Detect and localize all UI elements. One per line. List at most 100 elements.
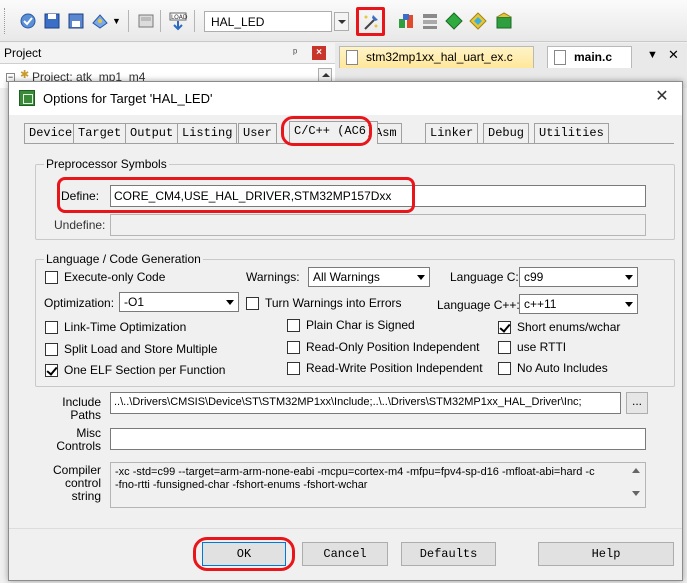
optimization-select[interactable]: -O1 [119,292,239,312]
dialog-title: Options for Target 'HAL_LED' [43,91,213,106]
checkbox-label: One ELF Section per Function [64,363,226,377]
run-icon[interactable] [468,11,488,31]
manage-components-icon[interactable] [396,11,416,31]
editor-tab-label: main.c [574,50,613,64]
checkbox-box[interactable] [45,271,58,284]
ide-toolbar: ▼ LOAD HAL_LED [0,0,687,42]
batch-build-icon[interactable] [90,11,110,31]
misc-controls-label: Misc Controls [49,427,101,453]
pack-installer-icon[interactable] [420,11,440,31]
language-c-label: Language C: [450,270,519,284]
checkbox-label: Read-Only Position Independent [306,340,480,354]
select-packs-icon[interactable] [444,11,464,31]
dialog-titlebar: Options for Target 'HAL_LED' ✕ [9,82,682,115]
toolbar-separator [194,10,195,32]
tab-device[interactable]: Device [24,123,78,143]
checkbox-label: No Auto Includes [517,361,608,375]
disk-icon[interactable] [136,11,156,31]
compiler-string-box[interactable]: -xc -std=c99 --target=arm-arm-none-eabi … [110,462,646,508]
tab-output[interactable]: Output [125,123,179,143]
checkbox-label: Link-Time Optimization [64,320,187,334]
build-icon[interactable] [18,11,38,31]
browse-button[interactable]: ... [626,392,648,414]
cancel-button[interactable]: Cancel [302,542,388,566]
checkbox-box[interactable] [246,297,259,310]
editor-tab-uart[interactable]: stm32mp1xx_hal_uart_ex.c [339,46,534,68]
copy-icon[interactable] [66,11,86,31]
checkbox-box[interactable] [287,341,300,354]
checkbox-box[interactable] [498,341,511,354]
language-cpp-value: c++11 [524,297,557,311]
chevron-down-icon[interactable] [413,268,429,286]
file-icon [554,50,566,65]
compiler-string-line: -xc -std=c99 --target=arm-arm-none-eabi … [115,466,595,478]
defaults-button[interactable]: Defaults [401,542,496,566]
scroll-down-icon[interactable] [628,463,645,503]
chevron-down-icon[interactable] [222,293,238,311]
checkbox-box[interactable] [45,321,58,334]
chevron-down-icon[interactable] [621,295,637,313]
optimization-label: Optimization: [44,296,115,310]
compiler-label-line: string [71,489,101,503]
target-select-dropdown[interactable] [334,12,349,31]
checkbox-label: Execute-only Code [64,270,166,284]
tab-listing[interactable]: Listing [177,123,238,143]
include-label-line: Paths [70,408,101,422]
help-button[interactable]: Help [538,542,674,566]
undefine-input [110,214,646,236]
dropdown-icon[interactable]: ▼ [112,16,132,36]
chevron-down-icon[interactable] [621,268,637,286]
checkbox-box[interactable] [498,321,511,334]
checkbox-box[interactable] [287,319,300,332]
language-group-label: Language / Code Generation [46,252,201,266]
warnings-select[interactable]: All Warnings [308,267,430,287]
checkbox-label: Plain Char is Signed [306,318,415,332]
language-cpp-label: Language C++: [437,298,520,312]
checkbox-box[interactable] [498,362,511,375]
checkbox-label: Turn Warnings into Errors [265,296,402,310]
checkbox-label: Read-Write Position Independent [306,361,483,375]
tab-utilities[interactable]: Utilities [534,123,609,143]
project-panel-title: Project [4,46,42,60]
component-icon[interactable] [494,11,514,31]
editor-tab-main[interactable]: main.c [547,46,632,68]
checkbox-label: Split Load and Store Multiple [64,342,218,356]
tab-user[interactable]: User [238,123,277,143]
close-icon[interactable]: × [312,46,326,60]
tab-list-dropdown-icon[interactable]: ▼ [647,49,658,61]
pin-icon[interactable]: ᵖ [293,47,297,59]
language-c-select[interactable]: c99 [519,267,638,287]
checkbox-label: use RTTI [517,340,567,354]
undefine-label: Undefine: [54,218,106,232]
compiler-string-label: Compiler control string [39,464,101,503]
vertical-scrollbar[interactable] [628,463,645,507]
tab-debug[interactable]: Debug [483,123,530,143]
toolbar-grip[interactable] [4,8,7,34]
close-icon[interactable]: ✕ [649,86,675,110]
file-icon [346,50,358,65]
tab-linker[interactable]: Linker [425,123,479,143]
checkbox-box[interactable] [45,343,58,356]
target-select[interactable]: HAL_LED [204,11,332,32]
tab-target[interactable]: Target [73,123,127,143]
project-panel-header: Project ᵖ × [0,43,335,64]
warnings-label: Warnings: [246,270,300,284]
include-paths-input[interactable]: ..\..\Drivers\CMSIS\Device\ST\STM32MP1xx… [110,392,621,414]
checkbox-box[interactable] [45,364,58,377]
language-c-value: c99 [524,270,544,284]
button-bar-divider [9,528,682,529]
save-all-icon[interactable] [42,11,62,31]
language-cpp-select[interactable]: c++11 [519,294,638,314]
load-icon[interactable]: LOAD [168,11,188,31]
misc-controls-input[interactable] [110,428,646,450]
project-icon: ✱ [20,69,30,81]
include-paths-label: Include Paths [49,396,101,422]
active-tab-highlight [281,116,372,146]
optimization-value: -O1 [124,295,145,309]
checkbox-box[interactable] [287,362,300,375]
ok-highlight [193,537,295,571]
close-icon[interactable]: ✕ [668,47,679,63]
compiler-string-line: -fno-rtti -funsigned-char -fshort-enums … [115,479,368,491]
scroll-up-button[interactable] [318,68,332,82]
options-button-highlight [356,7,385,36]
